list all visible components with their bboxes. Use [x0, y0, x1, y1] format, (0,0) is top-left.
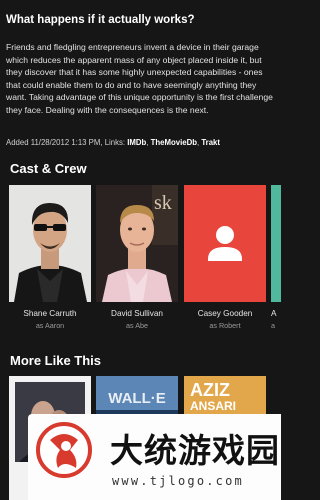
person-portrait: sk [96, 185, 178, 302]
cast-photo-placeholder [184, 185, 266, 302]
cast-card[interactable]: Casey Gooden as Robert [184, 185, 266, 330]
cast-character: as Aaron [35, 321, 65, 330]
cast-photo-placeholder [271, 185, 281, 302]
person-portrait [9, 185, 91, 302]
watermark-url: www.tjlogo.com [112, 474, 244, 488]
site-watermark: 大统游戏园 www.tjlogo.com [28, 414, 281, 500]
contact-placeholder-icon [184, 185, 266, 302]
cast-name: Shane Carruth [23, 309, 77, 318]
poster-title: WALL·E [108, 390, 166, 407]
tagline: What happens if it actually works? [6, 14, 195, 26]
more-like-this-title: More Like This [10, 353, 102, 368]
added-date: Added 11/28/2012 1:13 PM, Links: [6, 138, 128, 147]
cast-character: as Robert [209, 321, 241, 330]
link-trakt[interactable]: Trakt [201, 138, 220, 147]
cast-card[interactable]: sk David Sullivan as Abe [96, 185, 178, 330]
cast-card[interactable]: Shane Carruth as Aaron [9, 185, 91, 330]
link-themoviedb[interactable]: TheMovieDb [151, 138, 197, 147]
cast-card[interactable]: A a [271, 185, 281, 330]
cast-name: Casey Gooden [197, 309, 253, 318]
banner-fragment: sk [154, 192, 172, 214]
cast-name: A [271, 309, 277, 318]
added-and-links: Added 11/28/2012 1:13 PM, Links: IMDb, T… [6, 138, 278, 147]
link-imdb[interactable]: IMDb [127, 138, 146, 147]
watermark-logo-icon [36, 422, 92, 478]
cast-name: David Sullivan [111, 309, 163, 318]
poster-title: AZIZ [190, 380, 230, 400]
watermark-title: 大统游戏园 [110, 432, 280, 469]
cast-character: as Abe [126, 321, 148, 330]
cast-section-title: Cast & Crew [10, 161, 87, 176]
cast-character: a [271, 321, 275, 330]
cast-photo: sk [96, 185, 178, 302]
cast-list: Shane Carruth as Aaron sk David Sullivan… [0, 185, 281, 333]
cast-photo [9, 185, 91, 302]
overview-text: Friends and fledgling entrepreneurs inve… [6, 42, 273, 115]
poster-subtitle: ANSARI [190, 399, 236, 413]
